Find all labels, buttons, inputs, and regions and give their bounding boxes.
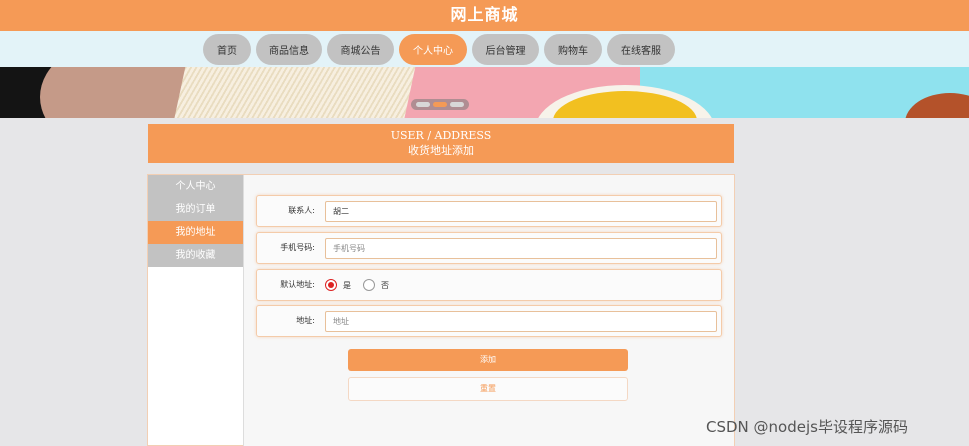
address-form: 联系人: 手机号码: 默认地址: 是 否 地址: 添加 xyxy=(244,175,734,446)
radio-yes-label: 是 xyxy=(343,280,351,290)
address-input[interactable] xyxy=(325,311,717,332)
nav-item-products[interactable]: 商品信息 xyxy=(256,34,322,65)
radio-no-label: 否 xyxy=(381,280,389,290)
nav-item-home[interactable]: 首页 xyxy=(203,34,251,65)
radio-option-no[interactable]: 否 xyxy=(363,279,389,291)
main-nav: 首页 商品信息 商城公告 个人中心 后台管理 购物车 在线客服 xyxy=(0,31,969,67)
sidebar-item-addresses[interactable]: 我的地址 xyxy=(148,221,243,244)
page-title-en: USER / ADDRESS xyxy=(390,129,492,142)
nav-item-online-service[interactable]: 在线客服 xyxy=(607,34,675,65)
contact-label: 联系人: xyxy=(288,206,315,215)
site-header: 网上商城 xyxy=(0,0,969,31)
address-label: 地址: xyxy=(296,316,315,325)
form-row-address: 地址: xyxy=(256,305,722,337)
sidebar-menu: 个人中心 我的订单 我的地址 我的收藏 xyxy=(148,175,244,446)
radio-no[interactable] xyxy=(363,279,375,291)
nav-item-cart[interactable]: 购物车 xyxy=(544,34,602,65)
radio-yes[interactable] xyxy=(325,279,337,291)
form-row-contact: 联系人: xyxy=(256,195,722,227)
nav-item-announcements[interactable]: 商城公告 xyxy=(327,34,394,65)
page-title-cn: 收货地址添加 xyxy=(408,144,474,157)
add-button[interactable]: 添加 xyxy=(348,349,628,371)
default-address-label: 默认地址: xyxy=(280,280,315,289)
carousel-dot-2[interactable] xyxy=(433,102,447,107)
radio-option-yes[interactable]: 是 xyxy=(325,279,351,291)
watermark: CSDN @nodejs毕设程序源码 xyxy=(706,418,908,436)
form-row-default: 默认地址: 是 否 xyxy=(256,269,722,301)
nav-item-user-center[interactable]: 个人中心 xyxy=(399,34,467,65)
site-title: 网上商城 xyxy=(450,5,519,24)
banner-carousel[interactable] xyxy=(0,67,969,118)
carousel-dot-1[interactable] xyxy=(416,102,430,107)
phone-input[interactable] xyxy=(325,238,717,259)
nav-list: 首页 商品信息 商城公告 个人中心 后台管理 购物车 在线客服 xyxy=(203,34,680,65)
phone-label: 手机号码: xyxy=(280,243,315,252)
default-address-radio-group: 是 否 xyxy=(325,279,401,291)
form-row-phone: 手机号码: xyxy=(256,232,722,264)
reset-button[interactable]: 重置 xyxy=(348,377,628,401)
sidebar-item-orders[interactable]: 我的订单 xyxy=(148,198,243,221)
nav-item-admin[interactable]: 后台管理 xyxy=(472,34,539,65)
contact-input[interactable] xyxy=(325,201,717,222)
sidebar-item-favorites[interactable]: 我的收藏 xyxy=(148,244,243,267)
page-title: USER / ADDRESS 收货地址添加 xyxy=(148,124,734,163)
sidebar-item-user-center[interactable]: 个人中心 xyxy=(148,175,243,198)
user-panel: 个人中心 我的订单 我的地址 我的收藏 联系人: 手机号码: 默认地址: 是 否 xyxy=(147,174,735,446)
carousel-dot-3[interactable] xyxy=(450,102,464,107)
carousel-indicators xyxy=(411,99,469,110)
banner-shape-noodles xyxy=(172,67,418,118)
